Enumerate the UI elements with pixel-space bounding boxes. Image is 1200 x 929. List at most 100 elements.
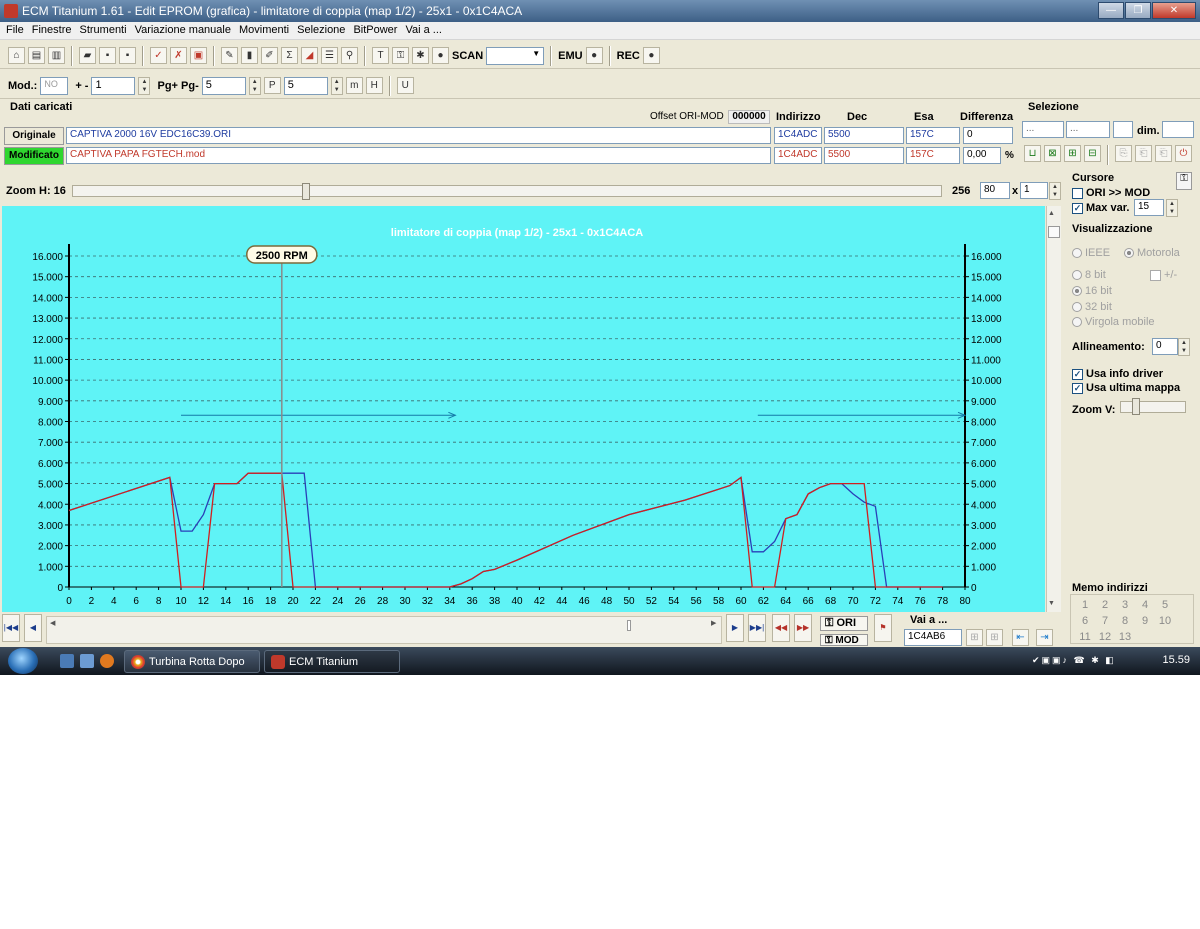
- select-mid-icon[interactable]: ⊠: [1044, 145, 1061, 162]
- prev-diff-button[interactable]: ◀◀: [772, 614, 790, 642]
- first-page-button[interactable]: |◀◀: [2, 614, 20, 642]
- memo-slot[interactable]: 5: [1155, 599, 1175, 615]
- last-page-button[interactable]: ▶▶|: [748, 614, 766, 642]
- taskbar-item-ecm[interactable]: ECM Titanium: [264, 650, 400, 673]
- undo-icon[interactable]: U: [396, 77, 414, 94]
- radio-virgola-mobile[interactable]: Virgola mobile: [1072, 316, 1155, 328]
- radio-ieee-icon[interactable]: [1072, 248, 1082, 259]
- paste-special-icon[interactable]: ⎗: [1155, 145, 1172, 162]
- save-icon[interactable]: ▪: [99, 47, 116, 64]
- maxvar-checkbox[interactable]: ✓ Max var.: [1072, 202, 1129, 214]
- maxvar-check-icon[interactable]: ✓: [1072, 202, 1083, 214]
- memo-slot[interactable]: 10: [1155, 615, 1175, 631]
- menu-file[interactable]: File: [4, 22, 30, 39]
- plusminus-field[interactable]: 1: [91, 76, 136, 95]
- selezione-field-1[interactable]: ...: [1022, 121, 1064, 138]
- scan-select[interactable]: ▼: [486, 46, 545, 65]
- panel-icon[interactable]: ▥: [48, 47, 65, 64]
- selezione-field-3[interactable]: [1113, 121, 1133, 138]
- usa-info-driver-check-icon[interactable]: ✓: [1072, 368, 1083, 380]
- pg-field[interactable]: 5: [201, 76, 246, 95]
- goto-end-icon[interactable]: ⊞: [986, 629, 1003, 646]
- menu-vai-a[interactable]: Vai a ...: [403, 22, 447, 39]
- select-left-icon[interactable]: ⊔: [1024, 145, 1041, 162]
- h-scroll-thumb[interactable]: [627, 620, 631, 631]
- memo-slot[interactable]: 9: [1135, 615, 1155, 631]
- scroll-down-icon[interactable]: ▼: [1048, 600, 1055, 607]
- mod-field[interactable]: NO: [40, 76, 69, 95]
- memo-slot[interactable]: 11: [1075, 631, 1095, 643]
- menu-bitpower[interactable]: BitPower: [351, 22, 403, 39]
- menu-movimenti[interactable]: Movimenti: [237, 22, 295, 39]
- radio-32bit-icon[interactable]: [1072, 302, 1082, 313]
- radio-32bit[interactable]: 32 bit: [1072, 301, 1112, 313]
- flag-button[interactable]: ⚑: [874, 614, 892, 642]
- show-desktop-icon[interactable]: [60, 654, 74, 668]
- close-button[interactable]: ✕: [1152, 2, 1196, 19]
- step-spinner[interactable]: ▲ ▼: [330, 76, 343, 95]
- scroll-thumb[interactable]: [1048, 226, 1060, 238]
- zoom-h-spinner[interactable]: ▲ ▼: [1049, 182, 1061, 200]
- radio-8bit[interactable]: 8 bit: [1072, 269, 1106, 281]
- memo-slot[interactable]: 12: [1095, 631, 1115, 643]
- plusminus-spinner[interactable]: ▲ ▼: [138, 76, 151, 95]
- memo-slot[interactable]: 1: [1075, 599, 1095, 615]
- record-dot-icon[interactable]: ●: [432, 47, 449, 64]
- zoom-h-box-2[interactable]: 1: [1020, 182, 1048, 199]
- memo-slot[interactable]: 3: [1115, 599, 1135, 615]
- emu-button[interactable]: EMU: [558, 50, 582, 62]
- menu-finestre[interactable]: Finestre: [30, 22, 78, 39]
- radio-16bit-icon[interactable]: [1072, 286, 1082, 297]
- horizontal-scrollbar[interactable]: ◀ ▶: [46, 616, 722, 644]
- tray-icons[interactable]: ✔▣▣♪ ☎ ✱ ◧: [1032, 655, 1116, 666]
- zoom-h-box-1[interactable]: 80: [980, 182, 1010, 199]
- usa-ultima-mappa-check-icon[interactable]: ✓: [1072, 382, 1083, 394]
- run-icon[interactable]: ✱: [412, 47, 429, 64]
- sigma-icon[interactable]: Σ: [281, 47, 298, 64]
- usa-ultima-mappa-checkbox[interactable]: ✓ Usa ultima mappa: [1072, 382, 1180, 394]
- radio-16bit[interactable]: 16 bit: [1072, 285, 1112, 297]
- windows-icon[interactable]: ▤: [28, 47, 45, 64]
- ori-mod-checkbox[interactable]: ORI >> MOD: [1072, 187, 1150, 199]
- memo-slot[interactable]: 2: [1095, 599, 1115, 615]
- bars-icon[interactable]: ▮: [241, 47, 258, 64]
- multiply-icon[interactable]: m: [345, 77, 363, 94]
- selezione-field-2[interactable]: ...: [1066, 121, 1110, 138]
- allineamento-field[interactable]: 0: [1152, 338, 1178, 355]
- memo-slot[interactable]: 8: [1115, 615, 1135, 631]
- scan-button[interactable]: SCAN: [452, 50, 483, 62]
- maxvar-field[interactable]: 15: [1134, 199, 1164, 216]
- maxvar-spinner[interactable]: ▲ ▼: [1166, 199, 1178, 217]
- vai-a-field[interactable]: 1C4AB6: [904, 629, 962, 646]
- next-button[interactable]: ▶: [726, 614, 744, 642]
- minimize-button[interactable]: —: [1098, 2, 1124, 19]
- power-icon[interactable]: ⏻: [1175, 145, 1192, 162]
- step-field[interactable]: 5: [283, 76, 328, 95]
- next-diff-button[interactable]: ▶▶: [794, 614, 812, 642]
- zoom-v-slider-track[interactable]: [1120, 401, 1186, 413]
- tools-icon[interactable]: ✎: [221, 47, 238, 64]
- compare-icon[interactable]: ▣: [190, 47, 207, 64]
- checksum-icon[interactable]: ✗: [170, 47, 187, 64]
- chart-area[interactable]: limitatore di coppia (map 1/2) - 25x1 - …: [2, 206, 1045, 612]
- signed-check-icon[interactable]: [1150, 269, 1161, 281]
- rec-button[interactable]: REC: [617, 50, 640, 62]
- signed-checkbox[interactable]: +/-: [1150, 269, 1177, 281]
- emu-dot-icon[interactable]: ●: [585, 47, 603, 64]
- select-all-icon[interactable]: ⊟: [1084, 145, 1101, 162]
- chart-icon[interactable]: ☰: [321, 47, 338, 64]
- zoom-v-slider-thumb[interactable]: [1132, 398, 1140, 415]
- dim-field[interactable]: [1162, 121, 1194, 138]
- memo-slot[interactable]: 13: [1115, 631, 1135, 643]
- chart-vertical-scrollbar[interactable]: ▲ ▼: [1046, 206, 1061, 612]
- edit-icon[interactable]: ✐: [261, 47, 278, 64]
- radio-virgola-icon[interactable]: [1072, 317, 1082, 328]
- radio-motorola-icon[interactable]: [1124, 248, 1134, 259]
- ori-mod-check-icon[interactable]: [1072, 187, 1083, 199]
- prev-button[interactable]: ◀: [24, 614, 42, 642]
- cursor-lock-icon[interactable]: ⚿: [1176, 172, 1192, 190]
- memo-slot[interactable]: 6: [1075, 615, 1095, 631]
- firefox-icon[interactable]: [100, 654, 114, 668]
- maximize-button[interactable]: ❐: [1125, 2, 1151, 19]
- line-chart[interactable]: limitatore di coppia (map 1/2) - 25x1 - …: [2, 206, 1045, 612]
